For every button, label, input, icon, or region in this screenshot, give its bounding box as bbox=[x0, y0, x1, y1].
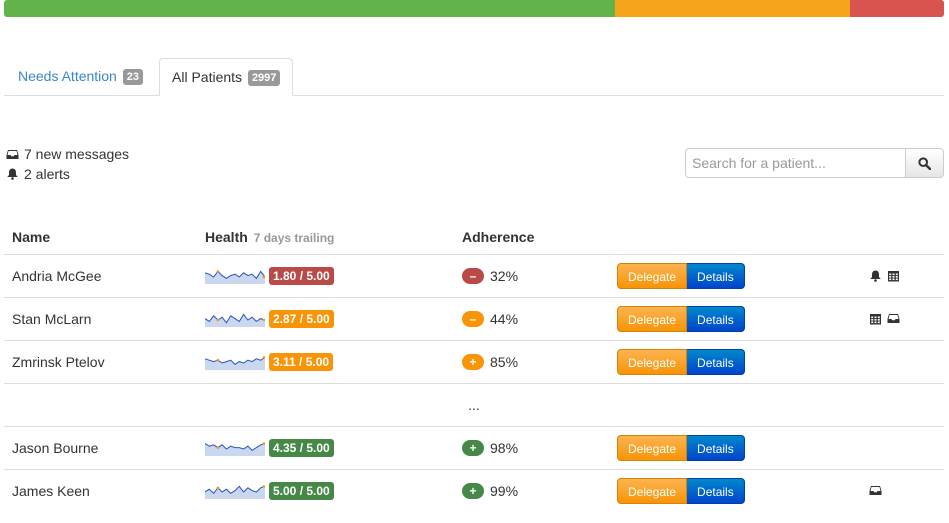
adherence-value: 44% bbox=[490, 311, 519, 327]
delegate-button[interactable]: Delegate bbox=[617, 435, 688, 461]
row-actions: Delegate Details bbox=[617, 435, 853, 461]
details-button[interactable]: Details bbox=[687, 478, 745, 504]
indicators-column-header bbox=[861, 219, 944, 255]
count-badge: 2997 bbox=[247, 70, 281, 86]
status-progress-bar bbox=[4, 0, 944, 17]
health-sparkline bbox=[205, 270, 265, 284]
count-badge: 23 bbox=[122, 69, 143, 85]
alerts-link[interactable]: 2 alerts bbox=[6, 164, 129, 184]
notification-summary: 7 new messages 2 alerts bbox=[6, 144, 129, 184]
health-cell: 5.00 / 5.00 bbox=[205, 482, 446, 500]
details-button[interactable]: Details bbox=[687, 349, 745, 375]
table-row[interactable]: Stan McLarn 2.87 / 5.00 – 44% Delegate D… bbox=[4, 297, 944, 341]
progress-segment-warning bbox=[615, 0, 850, 17]
patient-name[interactable]: Stan McLarn bbox=[12, 311, 91, 327]
patient-name[interactable]: Andria McGee bbox=[12, 268, 101, 284]
tab-all-patients[interactable]: All Patients 2997 bbox=[159, 58, 294, 96]
tab-label: All Patients bbox=[172, 69, 243, 85]
search-button[interactable] bbox=[905, 148, 944, 178]
patient-table: Name Health 7 days trailing Adherence An… bbox=[4, 219, 944, 512]
adherence-value: 85% bbox=[490, 354, 519, 370]
adherence-value: 98% bbox=[490, 440, 519, 456]
health-column-header[interactable]: Health 7 days trailing bbox=[197, 219, 454, 255]
table-row[interactable]: Zmrinsk Ptelov 3.11 / 5.00 + 85% Delegat… bbox=[4, 340, 944, 384]
table-ellipsis-row: ... bbox=[4, 383, 944, 427]
health-score-badge: 1.80 / 5.00 bbox=[269, 267, 334, 285]
details-button[interactable]: Details bbox=[687, 435, 745, 461]
table-row[interactable]: James Keen 5.00 / 5.00 + 99% Delegate De… bbox=[4, 469, 944, 512]
row-actions: Delegate Details bbox=[617, 349, 853, 375]
adherence-value: 99% bbox=[490, 483, 519, 499]
delegate-button[interactable]: Delegate bbox=[617, 349, 688, 375]
adherence-trend-badge: + bbox=[462, 354, 484, 370]
tab-needs-attention[interactable]: Needs Attention 23 bbox=[6, 58, 155, 95]
adherence-cell: – 32% bbox=[462, 268, 601, 284]
actions-column-header bbox=[609, 219, 861, 255]
table-header-row: Name Health 7 days trailing Adherence bbox=[4, 219, 944, 255]
inbox-icon bbox=[6, 149, 19, 159]
adherence-cell: + 98% bbox=[462, 440, 601, 456]
ellipsis-text: ... bbox=[468, 397, 480, 413]
calendar-icon[interactable] bbox=[869, 313, 882, 325]
progress-segment-critical bbox=[850, 0, 944, 17]
delegate-button[interactable]: Delegate bbox=[617, 478, 688, 504]
adherence-trend-badge: + bbox=[462, 483, 484, 499]
tab-label: Needs Attention bbox=[18, 68, 117, 84]
health-sparkline bbox=[205, 442, 265, 456]
health-cell: 2.87 / 5.00 bbox=[205, 310, 446, 328]
name-column-header[interactable]: Name bbox=[4, 219, 197, 255]
calendar-icon[interactable] bbox=[887, 270, 900, 282]
row-indicators bbox=[869, 270, 936, 282]
progress-segment-good bbox=[4, 0, 615, 17]
adherence-column-header[interactable]: Adherence bbox=[454, 219, 609, 255]
adherence-cell: + 99% bbox=[462, 483, 601, 499]
delegate-button[interactable]: Delegate bbox=[617, 263, 688, 289]
adherence-value: 32% bbox=[490, 268, 519, 284]
inbox-icon[interactable] bbox=[869, 485, 882, 497]
health-cell: 4.35 / 5.00 bbox=[205, 439, 446, 457]
health-cell: 3.11 / 5.00 bbox=[205, 353, 446, 371]
health-cell: 1.80 / 5.00 bbox=[205, 267, 446, 285]
table-row[interactable]: Jason Bourne 4.35 / 5.00 + 98% Delegate … bbox=[4, 426, 944, 470]
row-actions: Delegate Details bbox=[617, 306, 853, 332]
health-score-badge: 2.87 / 5.00 bbox=[269, 310, 334, 328]
health-score-badge: 4.35 / 5.00 bbox=[269, 439, 334, 457]
health-sparkline bbox=[205, 485, 265, 499]
bell-icon bbox=[7, 168, 18, 180]
patient-tabs: Needs Attention 23 All Patients 2997 bbox=[4, 58, 944, 96]
delegate-button[interactable]: Delegate bbox=[617, 306, 688, 332]
health-sparkline bbox=[205, 313, 265, 327]
adherence-trend-badge: – bbox=[462, 268, 484, 284]
health-score-badge: 3.11 / 5.00 bbox=[269, 353, 334, 371]
adherence-cell: – 44% bbox=[462, 311, 601, 327]
row-indicators bbox=[869, 313, 936, 325]
details-button[interactable]: Details bbox=[687, 306, 745, 332]
messages-link[interactable]: 7 new messages bbox=[6, 144, 129, 164]
patient-name[interactable]: Zmrinsk Ptelov bbox=[12, 354, 105, 370]
messages-text: 7 new messages bbox=[24, 146, 130, 162]
bell-icon[interactable] bbox=[869, 270, 882, 282]
health-sparkline bbox=[205, 356, 265, 370]
details-button[interactable]: Details bbox=[687, 263, 745, 289]
table-row[interactable]: Andria McGee 1.80 / 5.00 – 32% Delegate … bbox=[4, 254, 944, 298]
alerts-text: 2 alerts bbox=[24, 166, 70, 182]
patient-search bbox=[685, 148, 944, 178]
row-actions: Delegate Details bbox=[617, 263, 853, 289]
health-subheader: 7 days trailing bbox=[253, 230, 335, 245]
row-indicators bbox=[869, 485, 936, 497]
search-input[interactable] bbox=[685, 148, 905, 178]
row-actions: Delegate Details bbox=[617, 478, 853, 504]
search-icon bbox=[918, 156, 931, 170]
patient-name[interactable]: Jason Bourne bbox=[12, 440, 98, 456]
adherence-cell: + 85% bbox=[462, 354, 601, 370]
patient-name[interactable]: James Keen bbox=[12, 483, 90, 499]
adherence-trend-badge: + bbox=[462, 440, 484, 456]
adherence-trend-badge: – bbox=[462, 311, 484, 327]
inbox-icon[interactable] bbox=[887, 313, 900, 325]
health-score-badge: 5.00 / 5.00 bbox=[269, 482, 334, 500]
